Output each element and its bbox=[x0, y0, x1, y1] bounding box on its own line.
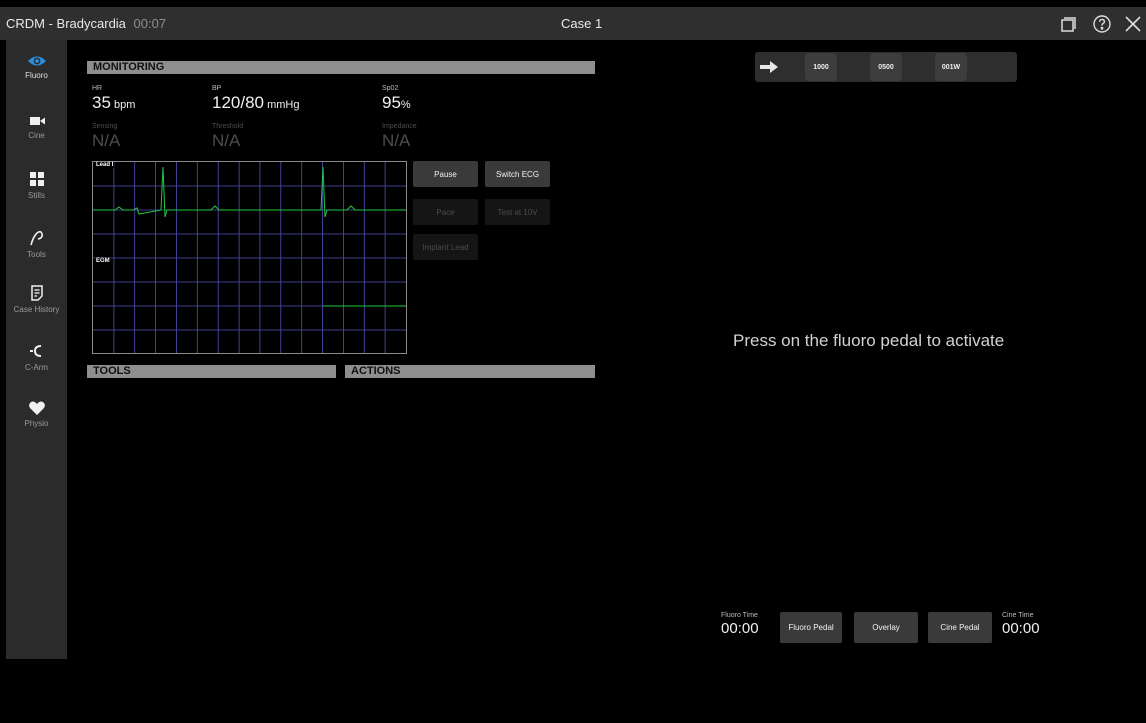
arrow-right-icon bbox=[760, 61, 778, 73]
pace-button[interactable]: Pace bbox=[413, 199, 478, 225]
pacer-chip-2: 0500 bbox=[870, 53, 902, 81]
sidebar-item-label: Physio bbox=[24, 419, 49, 428]
spo2-label: Sp02 bbox=[382, 85, 399, 92]
cine-time-value: 00:00 bbox=[1002, 620, 1040, 637]
spo2-number: 95 bbox=[382, 93, 401, 112]
c-arm-icon bbox=[29, 345, 41, 357]
sidebar-item-label: Tools bbox=[27, 250, 46, 259]
sidebar: Fluoro Cine Stills Tools Case History C-… bbox=[6, 40, 67, 659]
app-title-text: CRDM - Bradycardia bbox=[6, 16, 126, 31]
pacer-settings-bar: 1000 0500 001W bbox=[755, 52, 1017, 82]
pacer-chip-1: 1000 bbox=[805, 53, 837, 81]
spo2-unit: % bbox=[400, 99, 411, 111]
app-title: CRDM - Bradycardia 00:07 bbox=[6, 16, 166, 31]
cine-pedal-button[interactable]: Cine Pedal bbox=[928, 612, 992, 643]
sidebar-item-label: Fluoro bbox=[25, 71, 48, 80]
title-bar: CRDM - Bradycardia 00:07 Case 1 bbox=[0, 7, 1146, 40]
eye-icon bbox=[27, 56, 46, 66]
actions-header: ACTIONS bbox=[345, 365, 595, 378]
elapsed-time: 00:07 bbox=[133, 16, 167, 31]
impedance-vital: Impedance N/A bbox=[382, 123, 417, 151]
bp-label: BP bbox=[212, 85, 222, 92]
help-icon[interactable] bbox=[1091, 13, 1113, 35]
cine-time: Cine Time 00:00 bbox=[1002, 612, 1040, 637]
sidebar-item-physio[interactable]: Physio bbox=[6, 398, 67, 448]
fluoro-pedal-button[interactable]: Fluoro Pedal bbox=[780, 612, 842, 643]
sidebar-item-tools[interactable]: Tools bbox=[6, 227, 67, 277]
pacer-chip-3: 001W bbox=[935, 53, 967, 81]
implant-lead-button[interactable]: Implant Lead bbox=[413, 234, 478, 260]
hr-unit-text: bpm bbox=[113, 99, 136, 111]
fluoro-time-label: Fluoro Time bbox=[721, 612, 758, 619]
notes-icon bbox=[30, 285, 43, 301]
bp-vital: BP 120/80 mmHg bbox=[212, 85, 299, 113]
spo2-value: 95% bbox=[382, 93, 411, 113]
pacer-chip-3-value: 001W bbox=[941, 63, 961, 71]
sensing-vital: Sensing N/A bbox=[92, 123, 120, 151]
bp-unit: mmHg bbox=[264, 99, 299, 111]
test-10v-button[interactable]: Test at 10V bbox=[485, 199, 550, 225]
hr-number: 35 bbox=[92, 93, 111, 112]
pacer-chip-2-value: 0500 bbox=[878, 63, 894, 71]
window-restore-icon[interactable] bbox=[1057, 13, 1079, 35]
sidebar-item-fluoro[interactable]: Fluoro bbox=[6, 52, 67, 102]
heart-icon bbox=[28, 401, 45, 415]
fluoro-time: Fluoro Time 00:00 bbox=[721, 612, 759, 637]
ecg-display: Lead I EGM bbox=[92, 161, 407, 354]
overlay-button[interactable]: Overlay bbox=[854, 612, 918, 643]
egm-label: EGM bbox=[95, 258, 111, 264]
sidebar-item-label: Case History bbox=[13, 305, 60, 314]
ecg-lead-trace bbox=[93, 166, 406, 218]
hr-label: HR bbox=[92, 85, 103, 92]
sensing-value: N/A bbox=[92, 131, 121, 150]
close-icon[interactable] bbox=[1122, 13, 1144, 35]
pause-button[interactable]: Pause bbox=[413, 161, 478, 187]
lasso-icon bbox=[29, 230, 43, 246]
video-camera-icon bbox=[29, 117, 45, 125]
threshold-label: Threshold bbox=[212, 123, 244, 130]
fluoro-time-value: 00:00 bbox=[721, 620, 759, 637]
sidebar-item-cine[interactable]: Cine bbox=[6, 112, 67, 162]
spo2-vital: Sp02 95% bbox=[382, 85, 411, 113]
case-title: Case 1 bbox=[561, 16, 603, 31]
bp-unit-text: mmHg bbox=[267, 99, 300, 111]
grid-icon bbox=[29, 172, 44, 186]
sidebar-item-c-arm[interactable]: C-Arm bbox=[6, 340, 67, 390]
hr-vital: HR 35 bpm bbox=[92, 85, 135, 113]
bp-number: 120/80 bbox=[212, 93, 264, 112]
tools-header: TOOLS bbox=[87, 365, 336, 378]
sensing-label: Sensing bbox=[92, 123, 118, 130]
sidebar-item-label: Stills bbox=[28, 191, 45, 200]
hr-unit: bpm bbox=[111, 99, 135, 111]
sidebar-item-label: Cine bbox=[28, 131, 45, 140]
sidebar-item-label: C-Arm bbox=[24, 363, 49, 372]
sidebar-item-case-history[interactable]: Case History bbox=[6, 282, 67, 332]
monitoring-header: MONITORING bbox=[87, 61, 595, 74]
cine-time-label: Cine Time bbox=[1002, 612, 1034, 619]
pacer-chip-1-value: 1000 bbox=[813, 63, 829, 71]
switch-ecg-button[interactable]: Switch ECG bbox=[485, 161, 550, 187]
threshold-value: N/A bbox=[212, 131, 241, 150]
lead-label: Lead I bbox=[95, 162, 115, 168]
hr-value: 35 bpm bbox=[92, 93, 135, 113]
sidebar-item-stills[interactable]: Stills bbox=[6, 168, 67, 218]
threshold-vital: Threshold N/A bbox=[212, 123, 243, 151]
impedance-value: N/A bbox=[382, 131, 411, 150]
bp-value: 120/80 mmHg bbox=[212, 93, 299, 113]
ecg-grid bbox=[93, 162, 406, 353]
impedance-label: Impedance bbox=[382, 123, 417, 130]
fluoro-message: Press on the fluoro pedal to activate bbox=[733, 331, 1005, 350]
